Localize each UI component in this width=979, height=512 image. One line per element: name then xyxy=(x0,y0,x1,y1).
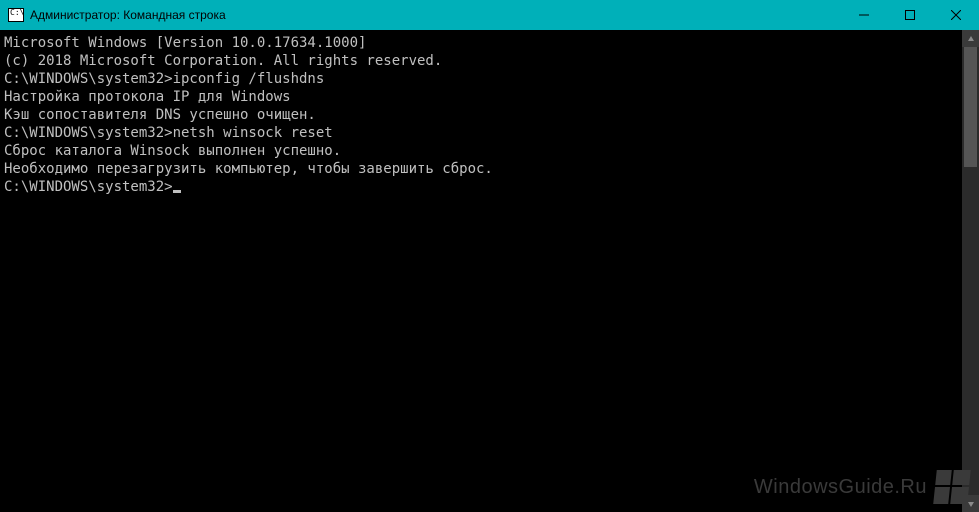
maximize-button[interactable] xyxy=(887,0,933,30)
console-output[interactable]: Microsoft Windows [Version 10.0.17634.10… xyxy=(0,30,979,512)
console-line: C:\WINDOWS\system32>ipconfig /flushdns xyxy=(4,70,975,88)
console-line: Microsoft Windows [Version 10.0.17634.10… xyxy=(4,34,975,52)
window-title: Администратор: Командная строка xyxy=(30,8,226,22)
console-line: Необходимо перезагрузить компьютер, чтоб… xyxy=(4,160,975,178)
minimize-button[interactable] xyxy=(841,0,887,30)
scrollbar-thumb[interactable] xyxy=(964,47,977,167)
scrollbar-track[interactable] xyxy=(962,47,979,495)
command-prompt-window: Администратор: Командная строка Microsof… xyxy=(0,0,979,512)
cmd-icon xyxy=(8,8,24,22)
vertical-scrollbar[interactable] xyxy=(962,30,979,512)
console-line: Кэш сопоставителя DNS успешно очищен. xyxy=(4,106,975,124)
text-cursor xyxy=(173,190,181,193)
scroll-down-button[interactable] xyxy=(962,495,979,512)
console-line: C:\WINDOWS\system32>netsh winsock reset xyxy=(4,124,975,142)
scroll-up-button[interactable] xyxy=(962,30,979,47)
console-line: C:\WINDOWS\system32> xyxy=(4,178,975,196)
console-line: Сброс каталога Winsock выполнен успешно. xyxy=(4,142,975,160)
close-button[interactable] xyxy=(933,0,979,30)
window-controls xyxy=(841,0,979,30)
console-line: (c) 2018 Microsoft Corporation. All righ… xyxy=(4,52,975,70)
console-line: Настройка протокола IP для Windows xyxy=(4,88,975,106)
titlebar[interactable]: Администратор: Командная строка xyxy=(0,0,979,30)
